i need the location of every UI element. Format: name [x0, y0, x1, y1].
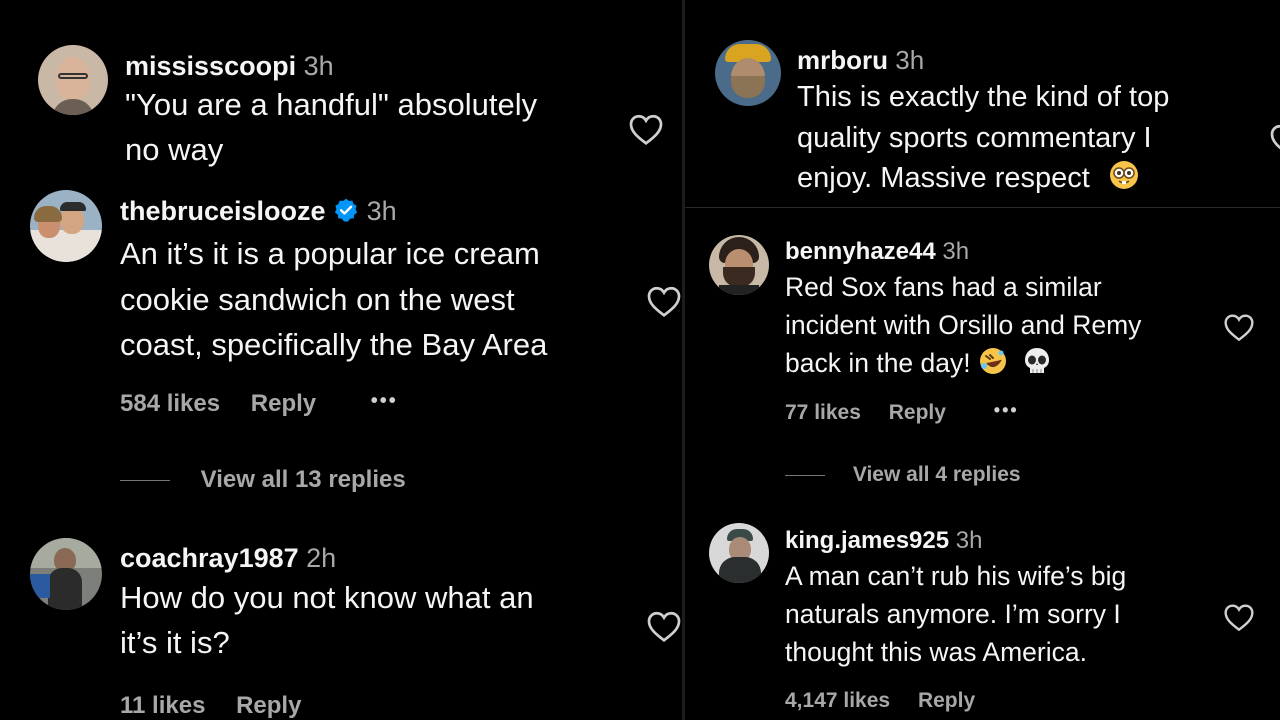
- timestamp: 3h: [303, 51, 334, 81]
- reply-button[interactable]: Reply: [236, 692, 301, 720]
- like-count[interactable]: 11 likes: [120, 692, 205, 720]
- timestamp: 2h: [306, 543, 337, 573]
- timestamp: 3h: [955, 527, 983, 554]
- nerd-face-emoji: [1108, 159, 1140, 203]
- avatar[interactable]: [709, 523, 769, 583]
- avatar[interactable]: [715, 40, 781, 106]
- like-heart-icon[interactable]: [628, 112, 664, 146]
- comment-actions: 11 likes Reply: [120, 692, 301, 720]
- comment-actions: 4,147 likes Reply: [785, 689, 975, 713]
- comment-text: A man can’t rub his wife’s big naturals …: [785, 561, 1127, 667]
- skull-emoji: [1021, 346, 1053, 386]
- comment-actions: 584 likes Reply •••: [120, 390, 398, 418]
- comment-text: An it’s it is a popular ice cream cookie…: [120, 236, 548, 362]
- username[interactable]: thebruceislooze: [120, 196, 326, 226]
- view-replies-button[interactable]: View all 13 replies: [120, 466, 406, 494]
- reply-button[interactable]: Reply: [889, 401, 946, 425]
- like-heart-icon[interactable]: [646, 609, 682, 643]
- username[interactable]: coachray1987: [120, 543, 299, 573]
- comment-text: This is exactly the kind of top quality …: [797, 77, 1267, 203]
- verified-badge-icon: [333, 197, 359, 230]
- right-comments-panel: mrboru 3h This is exactly the kind of to…: [685, 0, 1280, 720]
- avatar[interactable]: [709, 235, 769, 295]
- like-heart-icon[interactable]: [1269, 122, 1280, 156]
- reply-button[interactable]: Reply: [918, 689, 975, 713]
- more-options-icon[interactable]: •••: [994, 400, 1019, 421]
- like-count[interactable]: 77 likes: [785, 401, 861, 425]
- like-heart-icon[interactable]: [1223, 602, 1255, 632]
- comment-text: Red Sox fans had a similar incident with…: [785, 268, 1245, 386]
- view-replies-button[interactable]: View all 4 replies: [785, 463, 1021, 487]
- section-divider: [685, 207, 1280, 208]
- timestamp: 3h: [895, 45, 925, 75]
- comment-text: "You are a handful" absolutely no way: [125, 87, 538, 167]
- avatar[interactable]: [38, 45, 108, 115]
- comment-text: How do you not know what an it’s it is?: [120, 580, 534, 660]
- more-options-icon[interactable]: •••: [371, 390, 398, 413]
- timestamp: 3h: [366, 196, 397, 226]
- username[interactable]: mississcoopi: [125, 51, 296, 81]
- replies-divider: [120, 480, 170, 482]
- like-count[interactable]: 4,147 likes: [785, 689, 890, 713]
- username[interactable]: mrboru: [797, 45, 888, 75]
- username[interactable]: bennyhaze44: [785, 238, 936, 265]
- replies-divider: [785, 474, 825, 476]
- like-count[interactable]: 584 likes: [120, 390, 220, 418]
- timestamp: 3h: [942, 238, 970, 265]
- rolling-on-floor-laughing-emoji: [978, 346, 1008, 386]
- avatar[interactable]: [30, 538, 102, 610]
- avatar[interactable]: [30, 190, 102, 262]
- left-comments-panel: mississcoopi 3h "You are a handful" abso…: [0, 0, 682, 720]
- username[interactable]: king.james925: [785, 527, 949, 554]
- like-heart-icon[interactable]: [1223, 312, 1255, 342]
- like-heart-icon[interactable]: [646, 284, 682, 318]
- reply-button[interactable]: Reply: [251, 390, 316, 418]
- comment-actions: 77 likes Reply •••: [785, 400, 1019, 425]
